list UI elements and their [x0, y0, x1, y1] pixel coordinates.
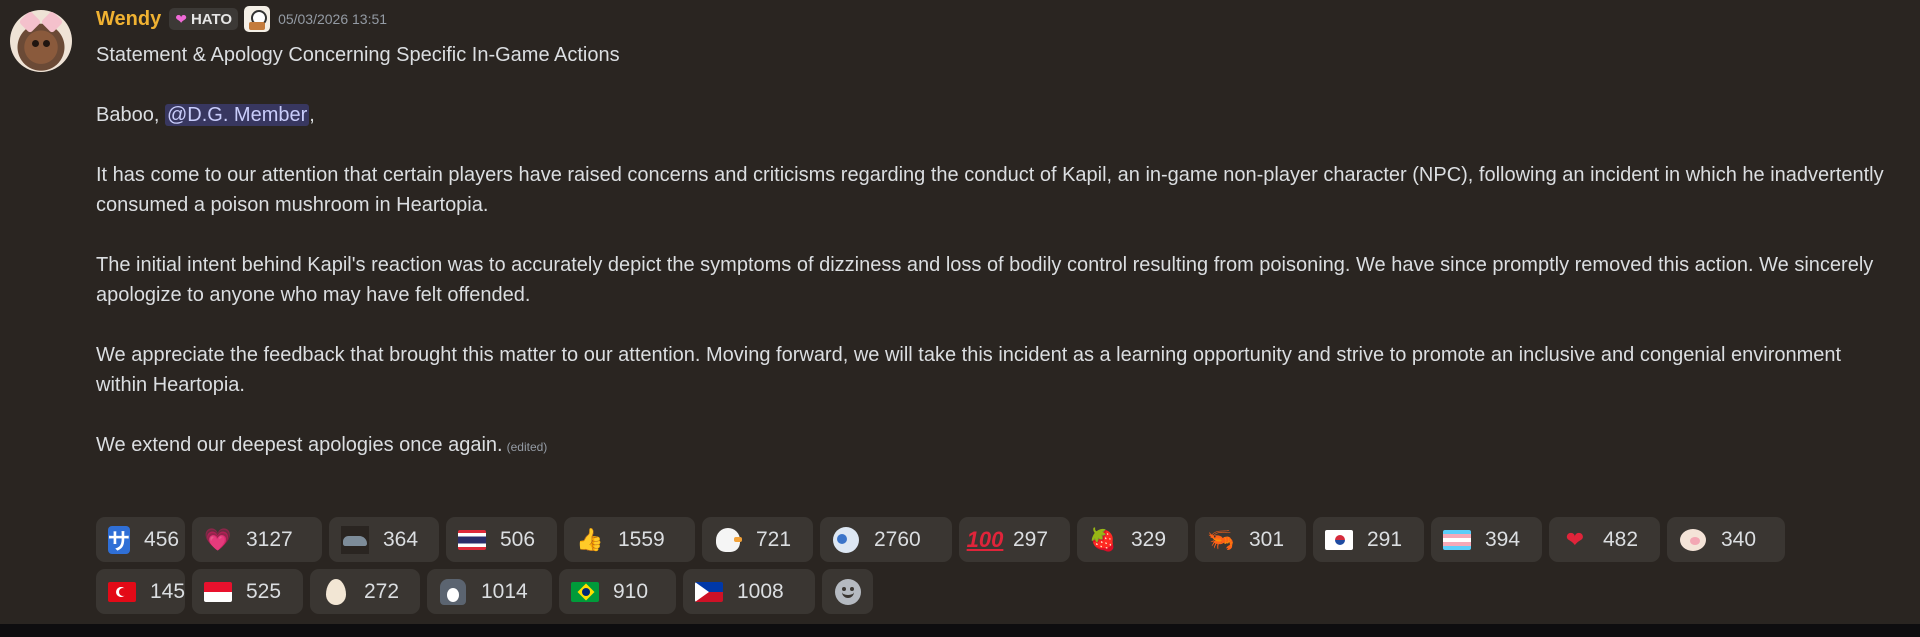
- seal-icon: [341, 525, 369, 554]
- reactions-bar: サ 456 💗 3127 364 506 👍 1559 721 2760 100 297…: [96, 517, 1896, 621]
- role-tag-label: HATO: [190, 10, 233, 28]
- reaction-count: 3127: [246, 527, 293, 551]
- reaction-flag-turkey[interactable]: 145: [96, 569, 185, 614]
- reaction-count: 506: [500, 527, 536, 551]
- reaction-count: 1008: [737, 579, 784, 603]
- avatar-ear-right: [40, 10, 64, 34]
- heart-icon: ❤: [175, 10, 187, 27]
- flag-south-korea-icon: [1325, 526, 1353, 554]
- greeting-line: Baboo, @D.G. Member,: [96, 100, 1896, 130]
- reaction-count: 1559: [618, 527, 665, 551]
- reaction-pink-heart[interactable]: 💗 3127: [192, 517, 322, 562]
- reaction-count: 2760: [874, 527, 921, 551]
- katakana-sa-icon: サ: [108, 525, 131, 554]
- greeting-suffix: ,: [309, 104, 315, 126]
- reaction-count: 291: [1367, 527, 1403, 551]
- strawberry-icon: 🍓: [1089, 526, 1117, 552]
- reaction-count: 297: [1013, 527, 1049, 551]
- reaction-shrimp[interactable]: 🦐 301: [1195, 517, 1306, 562]
- message-content: Statement & Apology Concerning Specific …: [96, 40, 1896, 462]
- message-title: Statement & Apology Concerning Specific …: [96, 44, 620, 66]
- username[interactable]: Wendy: [96, 8, 161, 31]
- reaction-strawberry[interactable]: 🍓 329: [1077, 517, 1188, 562]
- avatar-ear-left: [18, 10, 42, 34]
- closing-line: We extend our deepest apologies once aga…: [96, 430, 1896, 462]
- reaction-count: 364: [383, 527, 419, 551]
- flag-indonesia-icon: [204, 578, 232, 606]
- message-header: Wendy ❤ HATO 05/03/2026 13:51: [96, 6, 387, 32]
- flag-brazil-icon: [571, 578, 599, 606]
- user-avatar[interactable]: [10, 10, 72, 72]
- reaction-blue-bird[interactable]: 2760: [820, 517, 952, 562]
- reaction-penguins[interactable]: 1014: [427, 569, 552, 614]
- hundred-icon: 100: [966, 526, 1004, 552]
- egg-icon: [322, 578, 350, 606]
- duck-icon: [714, 526, 742, 554]
- reaction-duck[interactable]: 721: [702, 517, 813, 562]
- reaction-flag-philippines[interactable]: 1008: [683, 569, 815, 614]
- reaction-flag-indonesia[interactable]: 525: [192, 569, 303, 614]
- paragraph-3: We appreciate the feedback that brought …: [96, 344, 1842, 396]
- penguins-icon: [439, 578, 467, 606]
- reaction-count: 525: [246, 579, 282, 603]
- reaction-count: 482: [1603, 527, 1639, 551]
- avatar-eye-right: [43, 40, 50, 47]
- reaction-flag-transgender[interactable]: 394: [1431, 517, 1542, 562]
- reaction-row-2: 145 525 272 1014 910 1008: [96, 569, 1896, 614]
- blue-bird-icon: [832, 526, 860, 554]
- duck-badge-icon[interactable]: [244, 6, 271, 32]
- reaction-thumbs-up[interactable]: 👍 1559: [564, 517, 695, 562]
- flag-philippines-icon: [695, 578, 723, 606]
- reaction-count: 394: [1485, 527, 1521, 551]
- reaction-count: 145: [150, 579, 186, 603]
- reaction-egg[interactable]: 272: [310, 569, 420, 614]
- reaction-flag-south-korea[interactable]: 291: [1313, 517, 1424, 562]
- reaction-count: 721: [756, 527, 792, 551]
- reaction-flag-brazil[interactable]: 910: [559, 569, 676, 614]
- thumbs-up-icon: 👍: [576, 526, 604, 552]
- reaction-red-heart[interactable]: ❤ 482: [1549, 517, 1660, 562]
- reaction-flag-thailand[interactable]: 506: [446, 517, 557, 562]
- reaction-count: 329: [1131, 527, 1167, 551]
- chat-message: Wendy ❤ HATO 05/03/2026 13:51 Statement …: [0, 0, 1920, 624]
- timestamp[interactable]: 05/03/2026 13:51: [278, 11, 387, 27]
- greeting-text: Baboo,: [96, 104, 160, 126]
- reaction-count: 340: [1721, 527, 1757, 551]
- reaction-count: 301: [1249, 527, 1285, 551]
- edited-label: (edited): [506, 440, 548, 454]
- red-heart-icon: ❤: [1565, 526, 1585, 552]
- shrimp-icon: 🦐: [1207, 526, 1235, 552]
- reaction-katakana-sa[interactable]: サ 456: [96, 517, 185, 562]
- reaction-seal[interactable]: 364: [329, 517, 439, 562]
- reaction-pig[interactable]: 340: [1667, 517, 1785, 562]
- bottom-bar: [0, 624, 1920, 637]
- reaction-count: 272: [364, 579, 400, 603]
- role-tag[interactable]: ❤ HATO: [169, 8, 239, 30]
- avatar-eye-left: [32, 40, 39, 47]
- flag-turkey-icon: [108, 578, 136, 606]
- flag-thailand-icon: [458, 526, 486, 554]
- add-reaction-button[interactable]: [822, 569, 873, 614]
- reaction-count: 1014: [481, 579, 528, 603]
- role-mention[interactable]: @D.G. Member: [164, 104, 310, 126]
- reaction-count: 456: [144, 527, 180, 551]
- pink-heart-icon: 💗: [204, 526, 232, 552]
- pig-icon: [1679, 526, 1707, 554]
- reaction-count: 910: [613, 579, 649, 603]
- reaction-row-1: サ 456 💗 3127 364 506 👍 1559 721 2760 100 297…: [96, 517, 1896, 562]
- reaction-hundred[interactable]: 100 297: [959, 517, 1070, 562]
- closing-text: We extend our deepest apologies once aga…: [96, 434, 503, 456]
- paragraph-1: It has come to our attention that certai…: [96, 164, 1884, 216]
- smile-icon: [834, 578, 861, 605]
- paragraph-2: The initial intent behind Kapil's reacti…: [96, 254, 1874, 306]
- flag-transgender-icon: [1443, 526, 1471, 554]
